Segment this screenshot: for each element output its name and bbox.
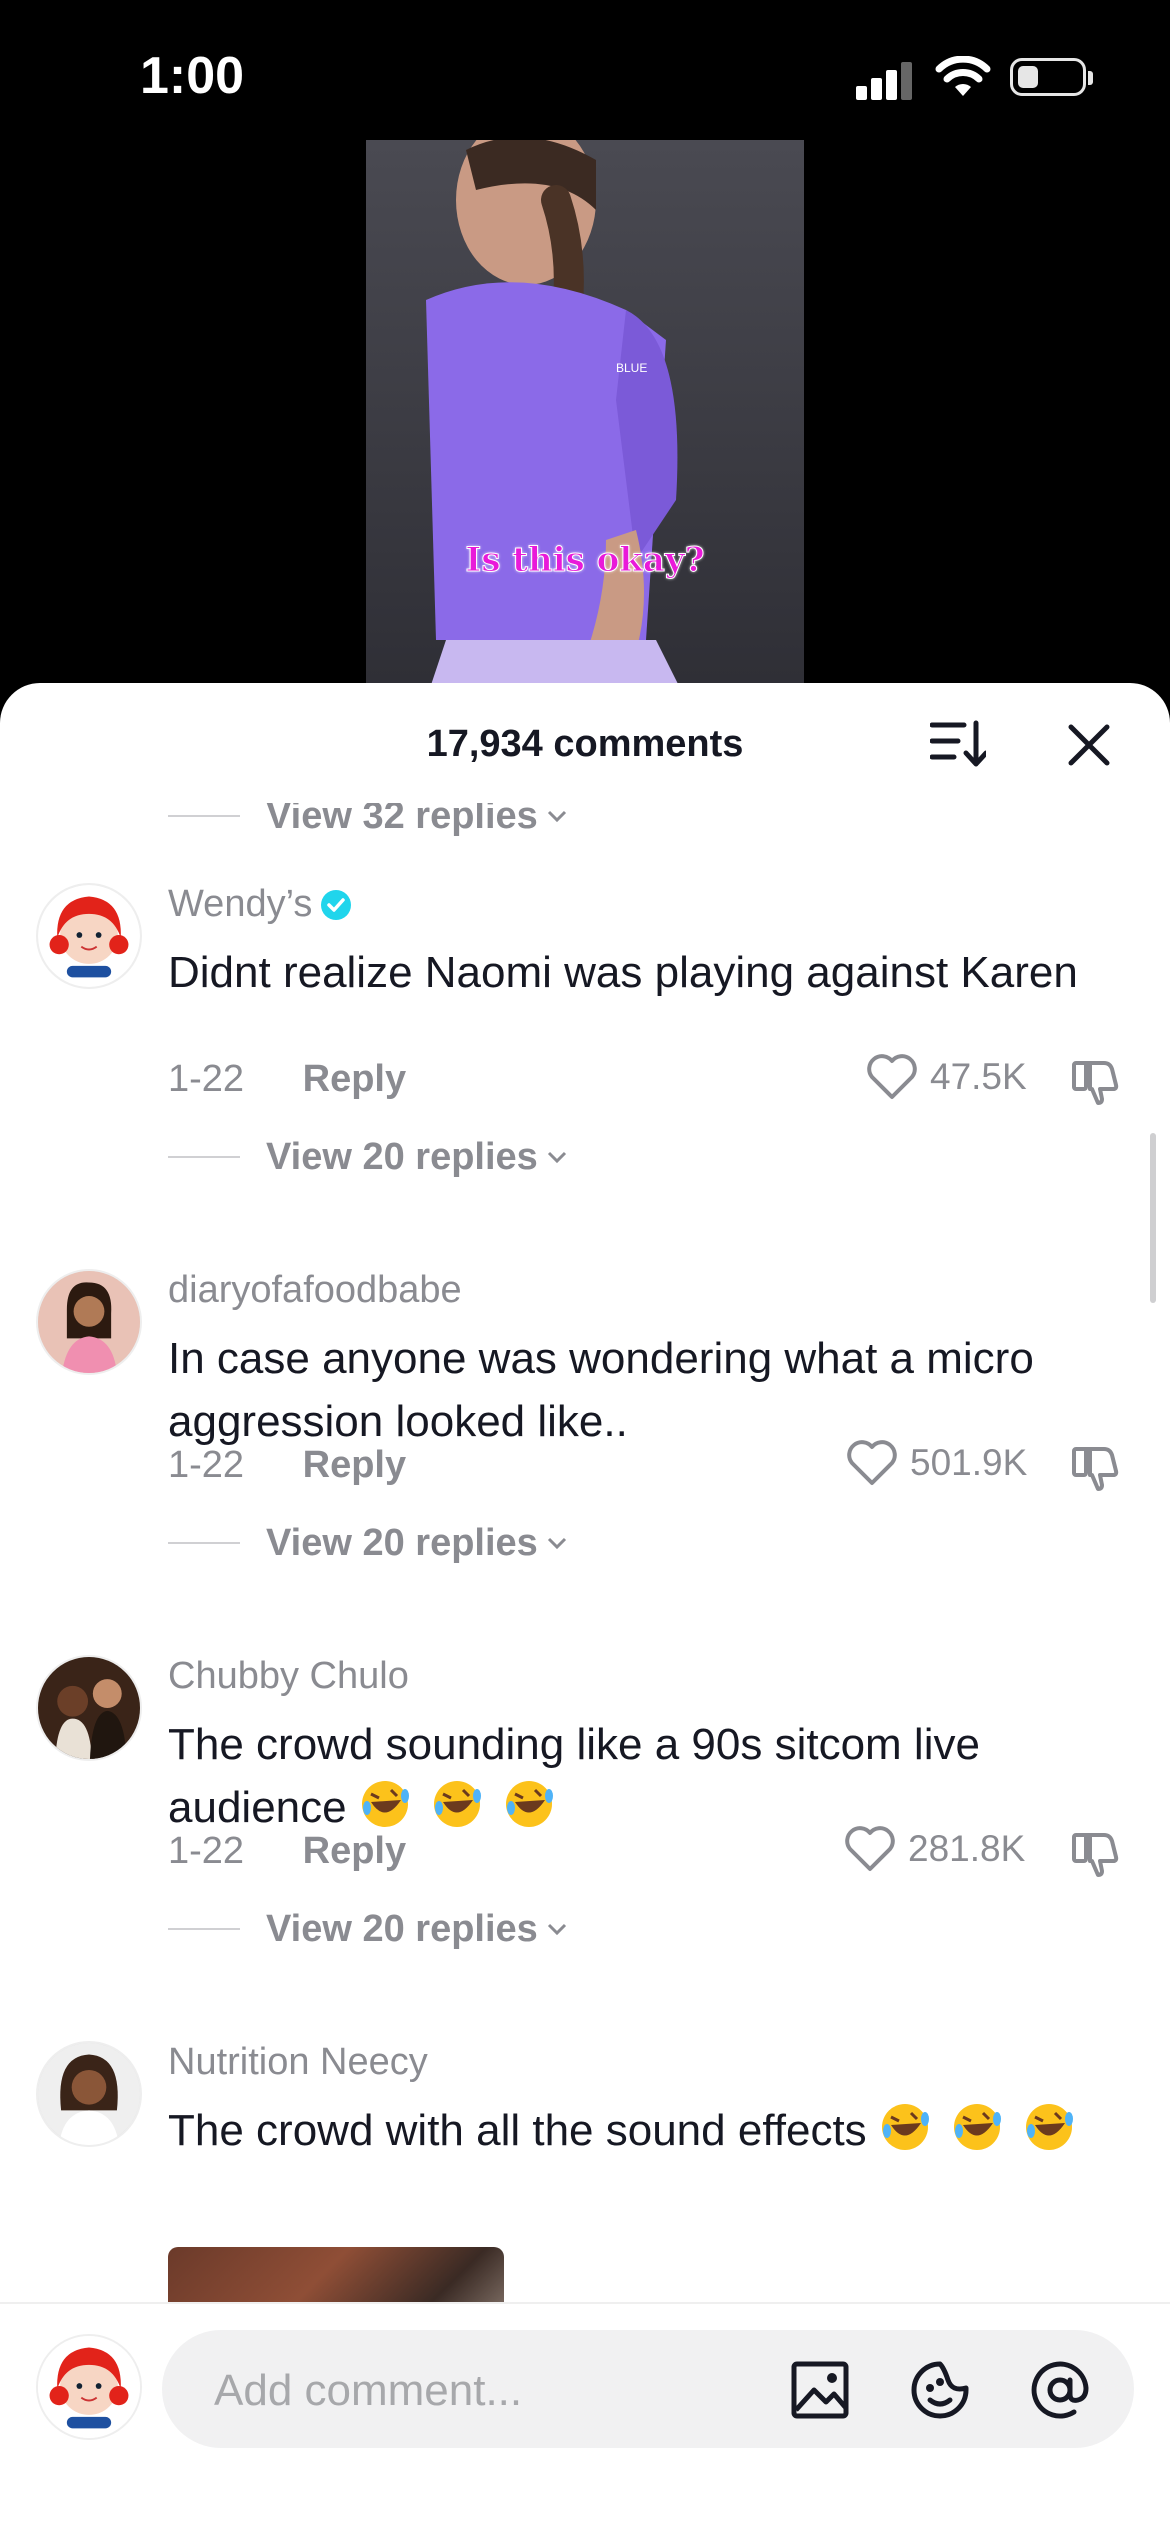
battery-icon xyxy=(1010,58,1093,96)
comment-text: The crowd with all the sound effects xyxy=(168,2099,1098,2162)
avatar[interactable] xyxy=(36,883,142,989)
verified-badge-icon xyxy=(321,889,352,920)
like-button[interactable]: 501.9K xyxy=(846,1439,1027,1487)
current-user-avatar[interactable] xyxy=(36,2334,142,2440)
comment-username[interactable]: Wendy’s xyxy=(168,883,352,926)
comment-meta: 1-22 Reply xyxy=(168,1058,406,1101)
sort-icon[interactable] xyxy=(930,719,986,769)
view-replies-label: View 20 replies xyxy=(266,1521,538,1564)
laughing-emoji-icon xyxy=(1026,2104,1074,2150)
cellular-signal-icon xyxy=(856,60,916,100)
comment-image[interactable] xyxy=(168,2247,504,2303)
close-icon[interactable] xyxy=(1065,721,1113,769)
comment-username[interactable]: Nutrition Neecy xyxy=(168,2041,428,2084)
comment-text: In case anyone was wondering what a micr… xyxy=(168,1334,1034,1446)
heart-icon xyxy=(845,1826,895,1871)
heart-icon xyxy=(847,1440,897,1485)
username-text: Nutrition Neecy xyxy=(168,2041,428,2083)
view-replies-button[interactable]: View 20 replies xyxy=(168,1132,568,1182)
comment-text: The crowd sounding like a 90s sitcom liv… xyxy=(168,1713,1098,1839)
chevron-down-icon xyxy=(547,1537,566,1550)
comment-date: 1-22 xyxy=(168,1058,245,1100)
like-count: 281.8K xyxy=(908,1828,1026,1869)
comment-meta: 1-22 Reply xyxy=(168,1444,406,1487)
laughing-emoji-icon xyxy=(506,1781,554,1827)
comment-date: 1-22 xyxy=(168,1830,245,1872)
view-replies-button[interactable]: View 20 replies xyxy=(168,1904,568,1954)
like-button[interactable]: 281.8K xyxy=(844,1825,1025,1873)
comment-username[interactable]: Chubby Chulo xyxy=(168,1655,409,1698)
like-button[interactable]: 47.5K xyxy=(866,1053,1027,1101)
video-frame-image: BLUE xyxy=(426,140,686,700)
reply-button[interactable]: Reply xyxy=(303,1830,406,1872)
view-replies-label: View 20 replies xyxy=(266,1907,538,1950)
jersey-logo: BLUE xyxy=(616,361,647,375)
like-count: 47.5K xyxy=(930,1056,1027,1097)
sticker-icon[interactable] xyxy=(908,2358,972,2422)
video-caption: Is this okay? xyxy=(465,540,705,581)
scrollbar[interactable] xyxy=(1150,1133,1156,1303)
mention-icon[interactable] xyxy=(1028,2358,1092,2422)
heart-icon xyxy=(867,1054,917,1099)
avatar[interactable] xyxy=(36,1269,142,1375)
comment-input-bar: Add comment... xyxy=(0,2302,1170,2534)
chevron-down-icon xyxy=(547,810,566,823)
laughing-emoji-icon xyxy=(954,2104,1002,2150)
view-replies-button[interactable]: View 20 replies xyxy=(168,1518,568,1568)
add-comment-placeholder: Add comment... xyxy=(214,2366,523,2415)
avatar[interactable] xyxy=(36,2041,142,2147)
laughing-emoji-icon xyxy=(434,1781,482,1827)
reply-button[interactable]: Reply xyxy=(303,1058,406,1100)
comment-text-content: The crowd with all the sound effects xyxy=(168,2106,867,2155)
view-replies-label: View 32 replies xyxy=(266,803,538,837)
dislike-icon[interactable] xyxy=(1070,1827,1122,1879)
laughing-emoji-icon xyxy=(881,2104,929,2150)
comment-meta: 1-22 Reply xyxy=(168,1830,406,1873)
status-bar: 1:00 xyxy=(0,0,1170,140)
view-replies-button[interactable]: View 32 replies xyxy=(168,803,568,841)
add-comment-input[interactable]: Add comment... xyxy=(162,2330,1134,2448)
comment-list[interactable]: View 32 replies Wendy’s Didnt realize Na… xyxy=(0,803,1170,2303)
chevron-down-icon xyxy=(547,1151,566,1164)
comment-username[interactable]: diaryofafoodbabe xyxy=(168,1269,462,1312)
status-time: 1:00 xyxy=(140,47,245,105)
comment-text-content: The crowd sounding like a 90s sitcom liv… xyxy=(168,1720,980,1832)
comment-text: Didnt realize Naomi was playing against … xyxy=(168,948,1078,997)
video-player[interactable]: BLUE Is this okay? xyxy=(366,140,804,700)
avatar[interactable] xyxy=(36,1655,142,1761)
username-text: diaryofafoodbabe xyxy=(168,1269,462,1311)
image-icon[interactable] xyxy=(788,2358,852,2422)
dislike-icon[interactable] xyxy=(1070,1055,1122,1107)
comments-sheet: 17,934 comments View 32 replies Wendy’s … xyxy=(0,683,1170,2532)
dislike-icon[interactable] xyxy=(1070,1441,1122,1493)
comments-header: 17,934 comments xyxy=(0,683,1170,803)
username-text: Wendy’s xyxy=(168,883,313,925)
view-replies-label: View 20 replies xyxy=(266,1135,538,1178)
comment-count: 17,934 comments xyxy=(426,723,744,765)
reply-button[interactable]: Reply xyxy=(303,1444,406,1486)
like-count: 501.9K xyxy=(910,1442,1028,1483)
chevron-down-icon xyxy=(547,1923,566,1936)
comment-date: 1-22 xyxy=(168,1444,245,1486)
wifi-icon xyxy=(935,56,991,96)
username-text: Chubby Chulo xyxy=(168,1655,409,1697)
laughing-emoji-icon xyxy=(361,1781,409,1827)
